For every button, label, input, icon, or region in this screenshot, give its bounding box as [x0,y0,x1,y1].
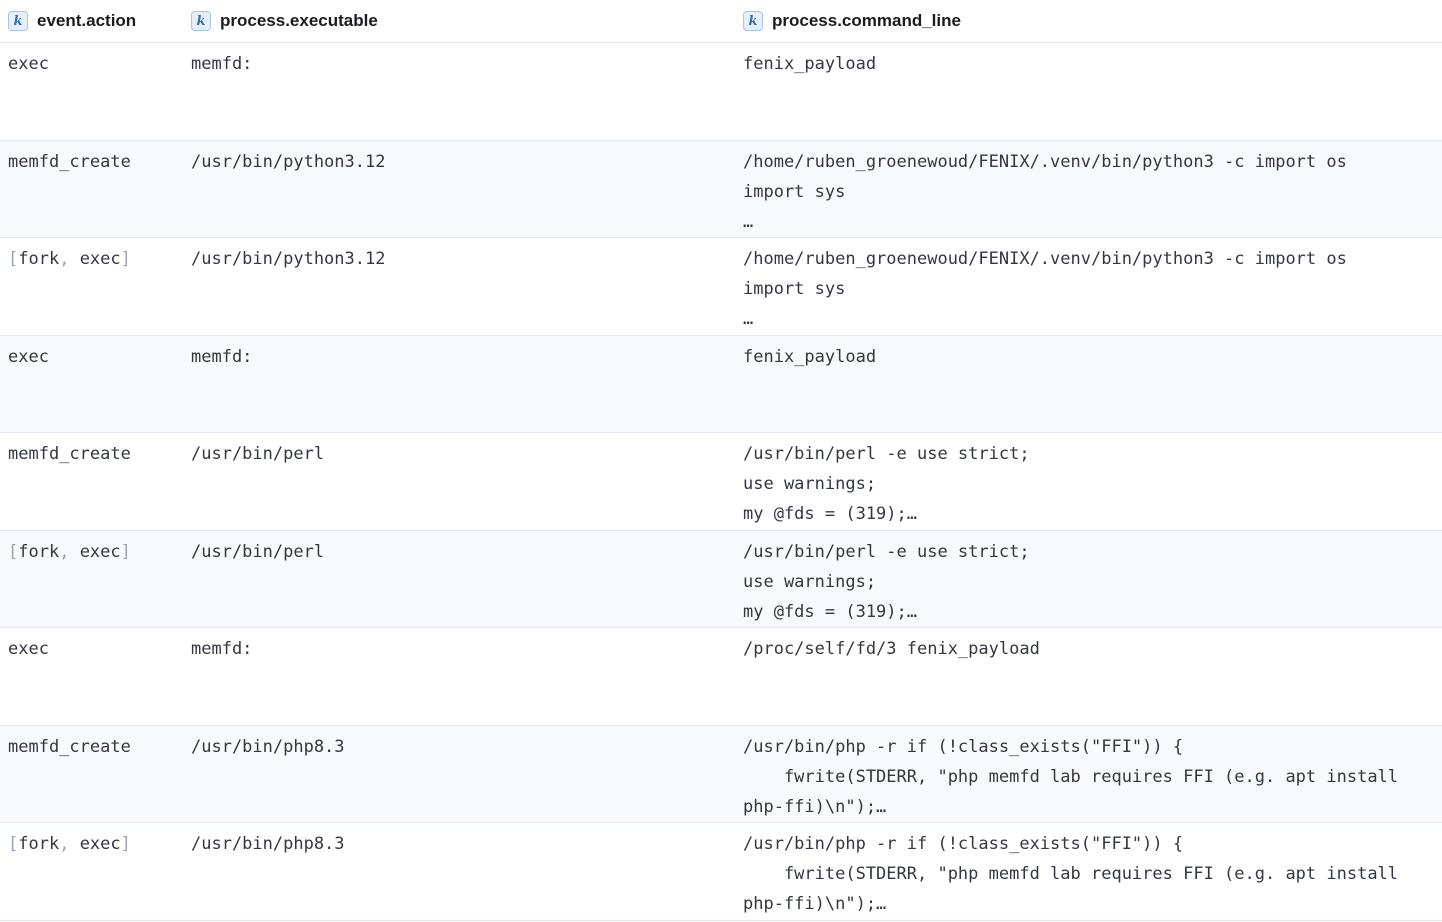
process-command-line-cell: /proc/self/fd/3 fenix_payload [735,628,1442,725]
process-command-line-cell: /usr/bin/perl -e use strict; use warnings… [735,531,1442,628]
event-action-value: memfd_create [8,151,131,172]
table-row[interactable]: [fork, exec] /usr/bin/php8.3/usr/bin/php … [0,823,1442,921]
process-executable-cell: /usr/bin/perl [183,531,735,628]
event-action-value: exec [8,639,49,659]
event-action-value: exec [8,54,49,74]
column-header-event-action[interactable]: k event.action [0,0,183,42]
table-row[interactable]: [fork, exec] /usr/bin/perl/usr/bin/perl -… [0,530,1442,628]
command-line-text: import sys [743,181,846,202]
event-action-cell: exec [0,43,183,140]
event-action-value: memfd_create [8,736,131,757]
array-value: fork [18,249,60,269]
event-action-cell: memfd_create [0,141,183,238]
array-close-bracket: ] [120,249,131,269]
array-close-bracket: ] [120,541,131,562]
command-line-text: fwrite(STDERR, "php memfd lab requires F… [743,766,1399,787]
command-line-text: use warnings; [743,474,877,494]
keyword-type-icon: k [8,11,28,31]
array-value: fork [18,834,60,854]
column-header-label: process.command_line [772,11,961,30]
array-separator: , [59,249,80,269]
event-action-cell: memfd_create [0,726,183,823]
command-line-text: my @fds = (319);… [743,504,917,524]
command-line-text: /home/ruben_groenewoud/FENIX/.venv/bin/p… [743,249,1347,269]
process-command-line-cell: /home/ruben_groenewoud/FENIX/.venv/bin/p… [735,141,1442,238]
process-executable-value: memfd: [191,346,253,367]
event-action-value: memfd_create [8,444,131,464]
process-executable-cell: /usr/bin/python3.12 [183,238,735,335]
event-action-cell: exec [0,336,183,433]
table-row[interactable]: exec memfd: fenix_payload [0,43,1442,141]
event-action-cell: memfd_create [0,433,183,530]
event-action-value: exec [8,346,49,367]
process-executable-cell: memfd: [183,43,735,140]
event-action-cell: exec [0,628,183,725]
command-line-text: /proc/self/fd/3 fenix_payload [743,639,1040,659]
process-executable-value: /usr/bin/php8.3 [191,834,345,854]
table-row[interactable]: memfd_create/usr/bin/python3.12/home/rub… [0,140,1442,238]
process-executable-cell: memfd: [183,336,735,433]
command-line-text: php-ffi)\n");… [743,796,887,817]
process-executable-value: memfd: [191,639,253,659]
event-action-cell: [fork, exec] [0,823,183,920]
command-line-text: … [743,211,754,232]
column-header-label: event.action [37,11,137,30]
command-line-text: /usr/bin/perl -e use strict; [743,541,1030,562]
table-row[interactable]: exec memfd: fenix_payload [0,335,1442,433]
data-grid: k event.action k process.executable k pr… [0,0,1442,921]
array-value: exec [79,541,121,562]
column-header-process-executable[interactable]: k process.executable [183,0,735,42]
array-separator: , [59,541,80,562]
process-command-line-cell: fenix_payload [735,336,1442,433]
array-close-bracket: ] [120,834,131,854]
process-executable-cell: /usr/bin/python3.12 [183,141,735,238]
array-open-bracket: [ [8,834,19,854]
command-line-text: fwrite(STDERR, "php memfd lab requires F… [743,864,1399,884]
array-value: exec [79,249,121,269]
process-executable-cell: /usr/bin/perl [183,433,735,530]
command-line-text: /usr/bin/php -r if (!class_exists("FFI")… [743,834,1184,854]
table-row[interactable]: exec memfd: /proc/self/fd/3 fenix_payload [0,628,1442,726]
process-executable-cell: /usr/bin/php8.3 [183,823,735,920]
process-executable-value: /usr/bin/php8.3 [191,736,345,757]
table-row[interactable]: memfd_create/usr/bin/php8.3/usr/bin/php … [0,725,1442,823]
command-line-text: my @fds = (319);… [743,601,917,622]
column-header-label: process.executable [220,11,378,30]
event-action-cell: [fork, exec] [0,238,183,335]
process-executable-value: memfd: [191,54,253,74]
array-value: exec [79,834,121,854]
keyword-type-icon: k [743,11,763,31]
array-open-bracket: [ [8,541,19,562]
process-command-line-cell: /home/ruben_groenewoud/FENIX/.venv/bin/p… [735,238,1442,335]
process-command-line-cell: /usr/bin/php -r if (!class_exists("FFI")… [735,726,1442,823]
process-command-line-cell: /usr/bin/perl -e use strict; use warnings… [735,433,1442,530]
grid-body: exec memfd: fenix_payload memfd_create/usr/… [0,43,1442,921]
process-executable-value: /usr/bin/python3.12 [191,151,386,172]
process-executable-value: /usr/bin/perl [191,444,325,464]
keyword-type-icon: k [191,11,211,31]
event-action-cell: [fork, exec] [0,531,183,628]
command-line-text: fenix_payload [743,54,877,74]
command-line-text: php-ffi)\n");… [743,894,887,914]
command-line-text: … [743,309,754,329]
command-line-text: import sys [743,279,846,299]
table-row[interactable]: memfd_create/usr/bin/perl/usr/bin/perl -… [0,433,1442,531]
command-line-text: fenix_payload [743,346,877,367]
column-header-process-command-line[interactable]: k process.command_line [735,0,1442,42]
process-executable-value: /usr/bin/perl [191,541,325,562]
array-separator: , [59,834,80,854]
grid-header: k event.action k process.executable k pr… [0,0,1442,43]
command-line-text: use warnings; [743,571,877,592]
process-command-line-cell: /usr/bin/php -r if (!class_exists("FFI")… [735,823,1442,920]
array-value: fork [18,541,60,562]
array-open-bracket: [ [8,249,19,269]
process-executable-value: /usr/bin/python3.12 [191,249,386,269]
table-row[interactable]: [fork, exec] /usr/bin/python3.12/home/rub… [0,238,1442,336]
command-line-text: /usr/bin/php -r if (!class_exists("FFI")… [743,736,1184,757]
command-line-text: /usr/bin/perl -e use strict; [743,444,1030,464]
process-executable-cell: memfd: [183,628,735,725]
command-line-text: /home/ruben_groenewoud/FENIX/.venv/bin/p… [743,151,1347,172]
process-executable-cell: /usr/bin/php8.3 [183,726,735,823]
process-command-line-cell: fenix_payload [735,43,1442,140]
